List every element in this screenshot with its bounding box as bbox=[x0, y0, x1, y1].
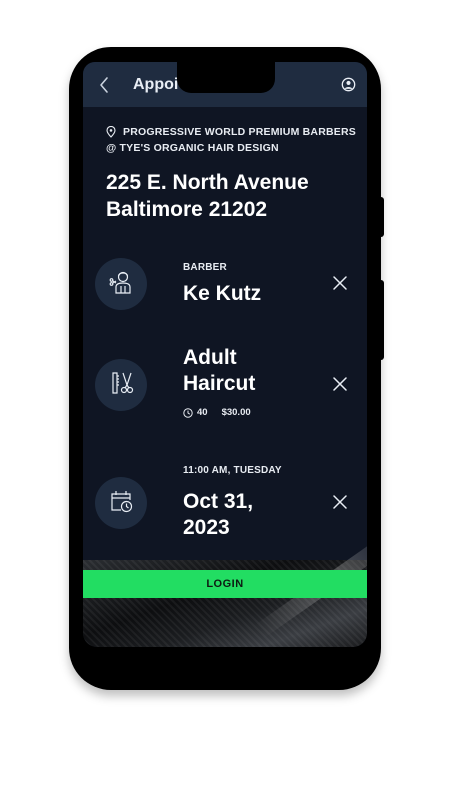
address-street: 225 E. North Avenue bbox=[106, 171, 309, 194]
service-icon-circle bbox=[95, 359, 147, 411]
service-price: $30.00 bbox=[221, 407, 251, 418]
appointment-time-day: 11:00 AM, TUESDAY bbox=[183, 465, 282, 476]
clock-icon bbox=[183, 407, 193, 418]
appointment-date-line1: Oct 31, bbox=[183, 490, 254, 513]
appointment-date-line2: 2023 bbox=[183, 516, 230, 539]
chevron-left-icon[interactable] bbox=[95, 75, 115, 95]
shop-name-line2: @ TYE'S ORGANIC HAIR DESIGN bbox=[106, 142, 279, 154]
login-button[interactable]: LOGIN bbox=[83, 570, 367, 598]
address-city-zip: Baltimore 21202 bbox=[106, 198, 268, 221]
remove-datetime-close-icon[interactable] bbox=[331, 493, 349, 511]
service-meta: 40 $30.00 bbox=[183, 407, 251, 418]
barber-name[interactable]: Ke Kutz bbox=[183, 281, 261, 307]
service-name-line1: Adult bbox=[183, 346, 237, 369]
appointment-date[interactable]: Oct 31, 2023 bbox=[183, 489, 253, 541]
service-name-line2: Haircut bbox=[183, 372, 256, 395]
service-name[interactable]: Adult Haircut bbox=[183, 345, 255, 397]
service-duration: 40 bbox=[197, 407, 208, 418]
barber-label: BARBER bbox=[183, 262, 227, 273]
barber-icon-circle bbox=[95, 258, 147, 310]
remove-barber-close-icon[interactable] bbox=[331, 274, 349, 292]
camera-notch bbox=[177, 62, 275, 93]
comb-scissors-icon bbox=[107, 369, 135, 402]
user-circle-icon[interactable] bbox=[341, 77, 356, 92]
phone-volume-button bbox=[379, 197, 384, 237]
shop-name-line1: PROGRESSIVE WORLD PREMIUM BARBERS bbox=[123, 126, 356, 138]
phone-power-button bbox=[379, 280, 384, 360]
calendar-clock-icon bbox=[107, 487, 135, 520]
shop-address: 225 E. North Avenue Baltimore 21202 bbox=[106, 169, 309, 223]
datetime-icon-circle bbox=[95, 477, 147, 529]
barber-icon bbox=[107, 268, 135, 301]
app-screen: Appoi PROGRESSIVE WORLD PREMIUM BARBERS … bbox=[83, 62, 367, 647]
page-title: Appoi bbox=[133, 76, 179, 93]
remove-service-close-icon[interactable] bbox=[331, 375, 349, 393]
